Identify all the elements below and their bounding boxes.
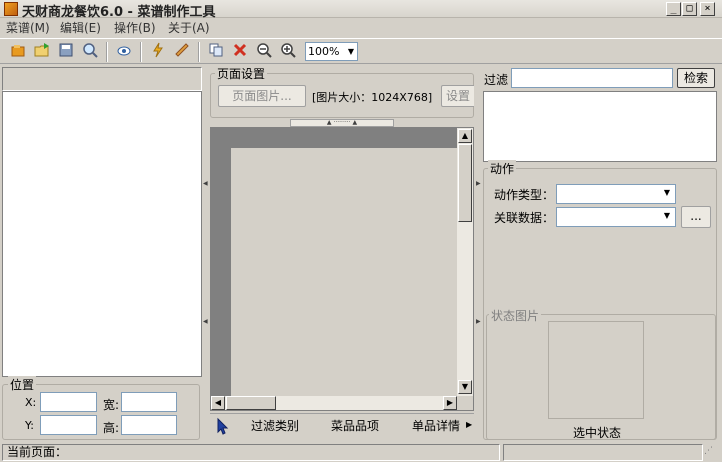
menu-recipe[interactable]: 菜谱(M) — [6, 19, 50, 36]
related-data-label: 关联数据： — [494, 211, 555, 225]
tab-filter-category[interactable]: 过滤类别 — [251, 417, 299, 434]
chevron-down-icon: ▼ — [347, 47, 354, 56]
page-settings-label: 页面设置 — [215, 65, 268, 82]
splitter-right-handle[interactable]: ▶ — [476, 318, 482, 330]
ruler-icon[interactable] — [172, 42, 192, 62]
status-current-page: 当前页面： — [2, 444, 500, 461]
zoom-value: 100% — [308, 45, 340, 58]
copy-icon[interactable] — [206, 42, 226, 62]
horizontal-scroll-thumb[interactable] — [226, 396, 276, 410]
toolbar: 100% ▼ — [0, 38, 722, 64]
scroll-down-button[interactable]: ▼ — [458, 380, 472, 394]
browse-button[interactable]: ... — [681, 206, 711, 228]
toolbar-separator — [106, 42, 108, 62]
filter-result-list[interactable] — [483, 91, 717, 162]
maximize-button[interactable]: □ — [682, 2, 697, 16]
menu-bar: 菜谱(M) 编辑(E) 操作(B) 关于(A) — [0, 18, 722, 36]
lightning-icon[interactable] — [148, 42, 168, 62]
vertical-scroll-thumb[interactable] — [458, 144, 472, 222]
height-label: 高: — [103, 421, 120, 435]
search-button[interactable]: 检索 — [677, 68, 715, 88]
width-input[interactable] — [121, 392, 177, 412]
menu-operate[interactable]: 操作(B) — [114, 19, 156, 36]
page-canvas[interactable] — [231, 148, 457, 396]
splitter-left-handle[interactable]: ◀ — [203, 318, 209, 330]
action-type-select[interactable]: ▼ — [556, 184, 676, 204]
title-bar: 天财商龙餐饮6.0 - 菜谱制作工具 _ □ × — [0, 0, 722, 20]
y-label: Y: — [25, 419, 34, 432]
pointer-icon[interactable] — [214, 417, 232, 435]
tab-dish-items[interactable]: 菜品品项 — [331, 417, 379, 434]
x-label: X: — [25, 396, 37, 409]
x-input[interactable] — [40, 392, 97, 412]
page-settings-button[interactable]: 设置 — [441, 85, 474, 107]
image-size-text: [图片大小：1024X768] — [312, 91, 433, 104]
state-image-label: 状态图片 — [489, 307, 542, 324]
action-group-label: 动作 — [488, 160, 517, 177]
splitter-top-handle[interactable]: ▲ ········· ▲ — [290, 119, 394, 127]
y-input[interactable] — [40, 415, 97, 435]
save-icon[interactable] — [56, 42, 76, 62]
filter-input[interactable] — [511, 68, 673, 88]
splitter-right-handle[interactable]: ▶ — [476, 180, 482, 192]
eye-icon[interactable] — [114, 42, 134, 62]
preview-icon[interactable] — [80, 42, 100, 62]
new-icon[interactable] — [8, 42, 28, 62]
scroll-left-button[interactable]: ◀ — [211, 396, 225, 410]
status-panel-2 — [503, 444, 703, 461]
zoom-in-icon[interactable] — [278, 42, 298, 62]
resize-grip-icon[interactable]: ⋰ — [704, 446, 720, 460]
page-list[interactable] — [2, 91, 202, 377]
current-page-label: 当前页面： — [7, 445, 68, 459]
chevron-down-icon: ▼ — [663, 211, 670, 220]
related-data-select[interactable]: ▼ — [556, 207, 676, 227]
tab-scroll-right-icon[interactable]: ▶ — [466, 420, 472, 429]
minimize-button[interactable]: _ — [666, 2, 681, 16]
position-group-label: 位置 — [8, 376, 37, 393]
action-type-label: 动作类型： — [494, 188, 555, 202]
menu-edit[interactable]: 编辑(E) — [60, 19, 101, 36]
toolbar-separator — [198, 42, 200, 62]
page-list-header — [2, 67, 202, 91]
splitter-left-handle[interactable]: ◀ — [203, 180, 209, 192]
open-icon[interactable] — [32, 42, 52, 62]
delete-icon[interactable] — [230, 42, 250, 62]
filter-label: 过滤 — [484, 73, 509, 87]
close-button[interactable]: × — [700, 2, 715, 16]
chevron-down-icon: ▼ — [663, 188, 670, 197]
selected-state-caption: 选中状态 — [573, 426, 622, 440]
tab-item-detail[interactable]: 单品详情 — [412, 417, 460, 434]
status-bar: 当前页面： ⋰ — [0, 443, 722, 462]
scroll-up-button[interactable]: ▲ — [458, 129, 472, 143]
app-icon — [4, 2, 18, 16]
zoom-out-icon[interactable] — [254, 42, 274, 62]
width-label: 宽: — [103, 398, 120, 412]
page-image-button[interactable]: 页面图片... — [218, 85, 306, 107]
state-image-preview[interactable] — [548, 321, 644, 419]
menu-about[interactable]: 关于(A) — [168, 19, 210, 36]
toolbar-separator — [140, 42, 142, 62]
height-input[interactable] — [121, 415, 177, 435]
scroll-right-button[interactable]: ▶ — [443, 396, 457, 410]
scroll-corner — [457, 396, 473, 410]
zoom-select[interactable]: 100% ▼ — [305, 42, 358, 61]
